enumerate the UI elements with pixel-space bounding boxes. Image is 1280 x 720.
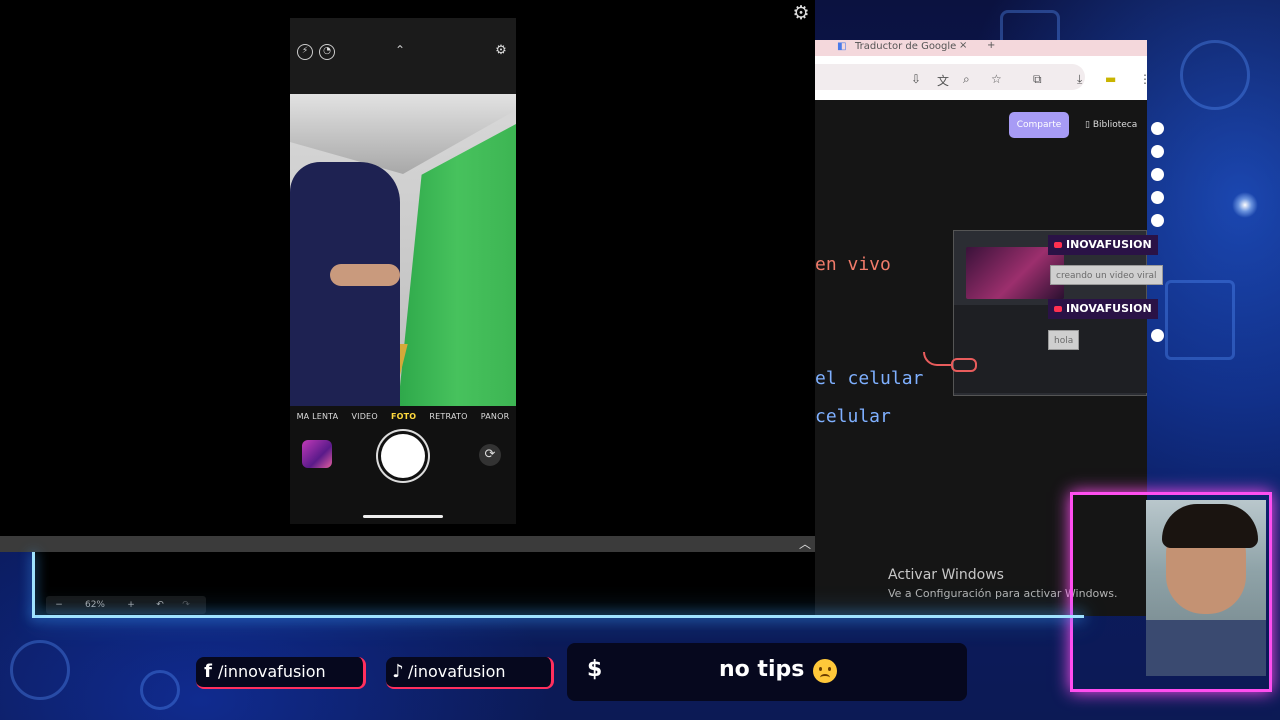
mode-panorama[interactable]: PANOR bbox=[481, 412, 510, 430]
viewfinder-arm bbox=[330, 264, 400, 286]
flash-off-icon[interactable]: ⚡ bbox=[297, 44, 313, 60]
pagination-dot bbox=[1151, 122, 1164, 135]
phone-camera-preview: ⚡ ◔ ⌃ ⚙ 5 1× 2 MA LENTA VIDEO FOTO RETRA… bbox=[290, 18, 516, 524]
camera-settings-icon[interactable]: ⚙ bbox=[493, 44, 509, 60]
gear-icon[interactable]: ⚙ bbox=[791, 3, 811, 23]
youtube-icon bbox=[1054, 242, 1062, 248]
menu-icon[interactable]: ⋮ bbox=[1139, 72, 1147, 86]
heart-icon bbox=[140, 670, 180, 710]
facebook-badge: f /innovafusion bbox=[196, 657, 366, 689]
tiktok-handle: /inovafusion bbox=[408, 662, 506, 681]
tiktok-badge: ♪ /inovafusion bbox=[386, 657, 554, 689]
tab-close-icon[interactable]: × bbox=[959, 40, 967, 51]
lightbulb-icon bbox=[10, 640, 70, 700]
chevron-up-icon[interactable]: ⌃ bbox=[395, 43, 405, 57]
shutter-button[interactable] bbox=[381, 434, 425, 478]
undo-icon[interactable]: ↶ bbox=[144, 600, 176, 610]
sketch-text: celular bbox=[815, 406, 891, 427]
sparkle-icon bbox=[1232, 192, 1258, 218]
chat-username-text: INOVAFUSION bbox=[1066, 302, 1152, 315]
book-icon: ▯ bbox=[1085, 120, 1093, 130]
chat-username: INOVAFUSION bbox=[1048, 299, 1158, 319]
pagination-dot bbox=[1151, 168, 1164, 181]
arrow-annotation bbox=[923, 352, 953, 366]
horizontal-scrollbar[interactable]: ︿ bbox=[0, 536, 815, 552]
timer-icon[interactable]: ◔ bbox=[319, 44, 335, 60]
circle-annotation bbox=[951, 358, 977, 372]
pagination-dot bbox=[1151, 191, 1164, 204]
neon-divider bbox=[34, 615, 1084, 618]
install-icon[interactable]: ⇩ bbox=[911, 72, 921, 86]
library-link[interactable]: ▯ Biblioteca bbox=[1085, 120, 1137, 130]
letter-a-icon bbox=[1165, 280, 1235, 360]
chat-username-text: INOVAFUSION bbox=[1066, 238, 1152, 251]
star-icon[interactable]: ☆ bbox=[991, 72, 1002, 86]
gallery-thumbnail[interactable] bbox=[302, 440, 332, 468]
neon-divider bbox=[32, 552, 35, 618]
pagination-dot bbox=[1151, 145, 1164, 158]
mode-video[interactable]: VIDEO bbox=[351, 412, 377, 430]
camera-mode-bar: MA LENTA VIDEO FOTO RETRATO PANOR bbox=[290, 412, 516, 430]
facebook-icon: f bbox=[204, 661, 212, 682]
chat-message: creando un video viral bbox=[1050, 265, 1163, 285]
zoom-level: 62% bbox=[84, 600, 105, 610]
download-icon[interactable]: ⤓ bbox=[1077, 72, 1082, 87]
webcam-feed bbox=[1146, 500, 1266, 676]
zoom-in-button[interactable]: + bbox=[118, 600, 144, 610]
tab-title[interactable]: Traductor de Google bbox=[855, 41, 956, 52]
tab-bar: ◧ Traductor de Google × + bbox=[815, 40, 1147, 56]
pagination-dot bbox=[1151, 329, 1164, 342]
zoom-icon[interactable]: ⌕ bbox=[963, 72, 970, 87]
mode-photo[interactable]: FOTO bbox=[391, 412, 416, 430]
pagination-dot bbox=[1151, 214, 1164, 227]
camera-top-bar: ⚡ ◔ ⌃ ⚙ bbox=[290, 18, 516, 94]
mode-portrait[interactable]: RETRATO bbox=[429, 412, 467, 430]
google-translate-icon: ◧ bbox=[837, 41, 847, 52]
lightbulb-icon bbox=[1180, 40, 1250, 110]
share-button[interactable]: Comparte bbox=[1009, 112, 1069, 138]
sketch-text: en vivo bbox=[815, 254, 891, 275]
library-label: Biblioteca bbox=[1092, 120, 1138, 130]
dollar-sign: $ bbox=[587, 657, 603, 682]
webcam-person-hair bbox=[1162, 504, 1258, 548]
sketch-text: el celular bbox=[815, 368, 924, 389]
chat-username: INOVAFUSION bbox=[1048, 235, 1158, 255]
browser-toolbar: ⇩ 文 ⌕ ☆ ⧉ ⤓ ▬ ⋮ bbox=[815, 56, 1147, 100]
address-bar[interactable] bbox=[815, 64, 1085, 90]
chevron-up-icon[interactable]: ︿ bbox=[799, 536, 811, 552]
camera-viewfinder: 5 1× 2 bbox=[290, 94, 516, 406]
home-indicator bbox=[363, 515, 443, 518]
zoom-out-button[interactable]: − bbox=[46, 600, 72, 610]
profile-icon[interactable]: ▬ bbox=[1105, 72, 1116, 86]
tips-panel: $ no tips bbox=[567, 643, 967, 701]
new-tab-icon[interactable]: + bbox=[987, 40, 995, 51]
activate-windows-title: Activar Windows bbox=[888, 567, 1004, 583]
extensions-icon[interactable]: ⧉ bbox=[1033, 72, 1042, 87]
tiktok-icon: ♪ bbox=[392, 661, 404, 682]
switch-camera-icon[interactable]: ⟳ bbox=[479, 444, 501, 466]
webcam-person-body bbox=[1146, 620, 1266, 676]
zoom-controls: − 62% + ↶ ↷ bbox=[46, 596, 206, 614]
redo-icon[interactable]: ↷ bbox=[176, 600, 196, 610]
sad-face-icon bbox=[813, 659, 837, 683]
facebook-handle: /innovafusion bbox=[218, 662, 326, 681]
tips-text: no tips bbox=[719, 657, 805, 682]
mode-slow-motion[interactable]: MA LENTA bbox=[297, 412, 339, 430]
youtube-icon bbox=[1054, 306, 1062, 312]
editor-canvas[interactable]: ⚙ ⚡ ◔ ⌃ ⚙ 5 1× 2 MA LENTA VIDEO FOTO RET… bbox=[0, 0, 815, 536]
chat-message: hola bbox=[1048, 330, 1080, 350]
translate-icon[interactable]: 文 bbox=[937, 72, 949, 89]
